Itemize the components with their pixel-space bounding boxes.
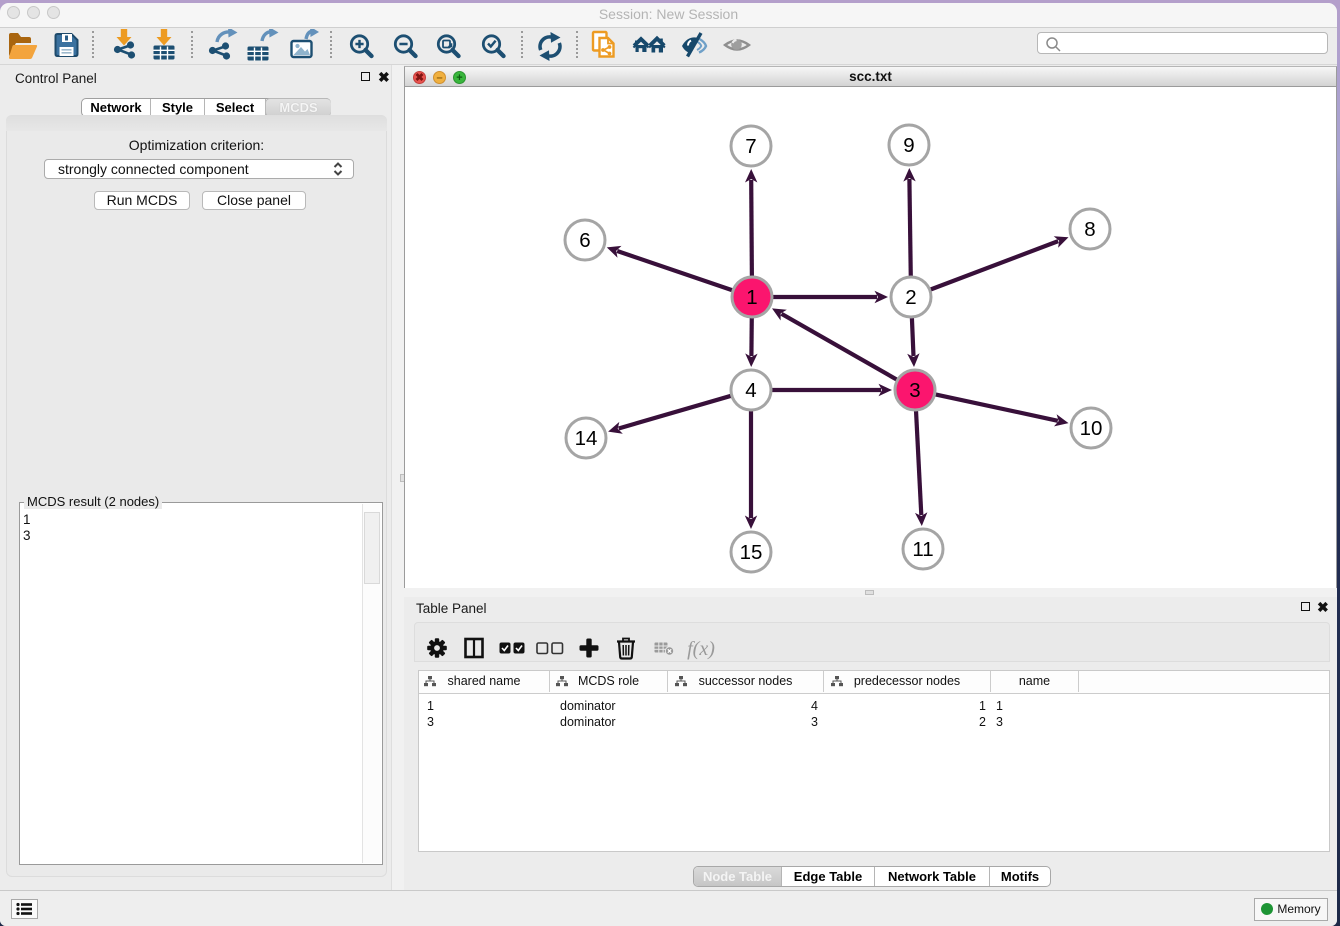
svg-text:6: 6 (579, 229, 590, 252)
svg-text:9: 9 (903, 134, 914, 157)
svg-text:15: 15 (740, 541, 763, 564)
svg-text:4: 4 (745, 379, 756, 402)
svg-text:7: 7 (745, 135, 756, 158)
svg-text:3: 3 (909, 379, 920, 402)
svg-text:10: 10 (1080, 417, 1103, 440)
svg-text:11: 11 (912, 538, 933, 561)
svg-text:f(x): f(x) (687, 638, 715, 660)
svg-text:14: 14 (575, 427, 598, 450)
svg-text:8: 8 (1084, 218, 1095, 241)
svg-text:1: 1 (746, 286, 757, 309)
svg-text:2: 2 (905, 286, 916, 309)
